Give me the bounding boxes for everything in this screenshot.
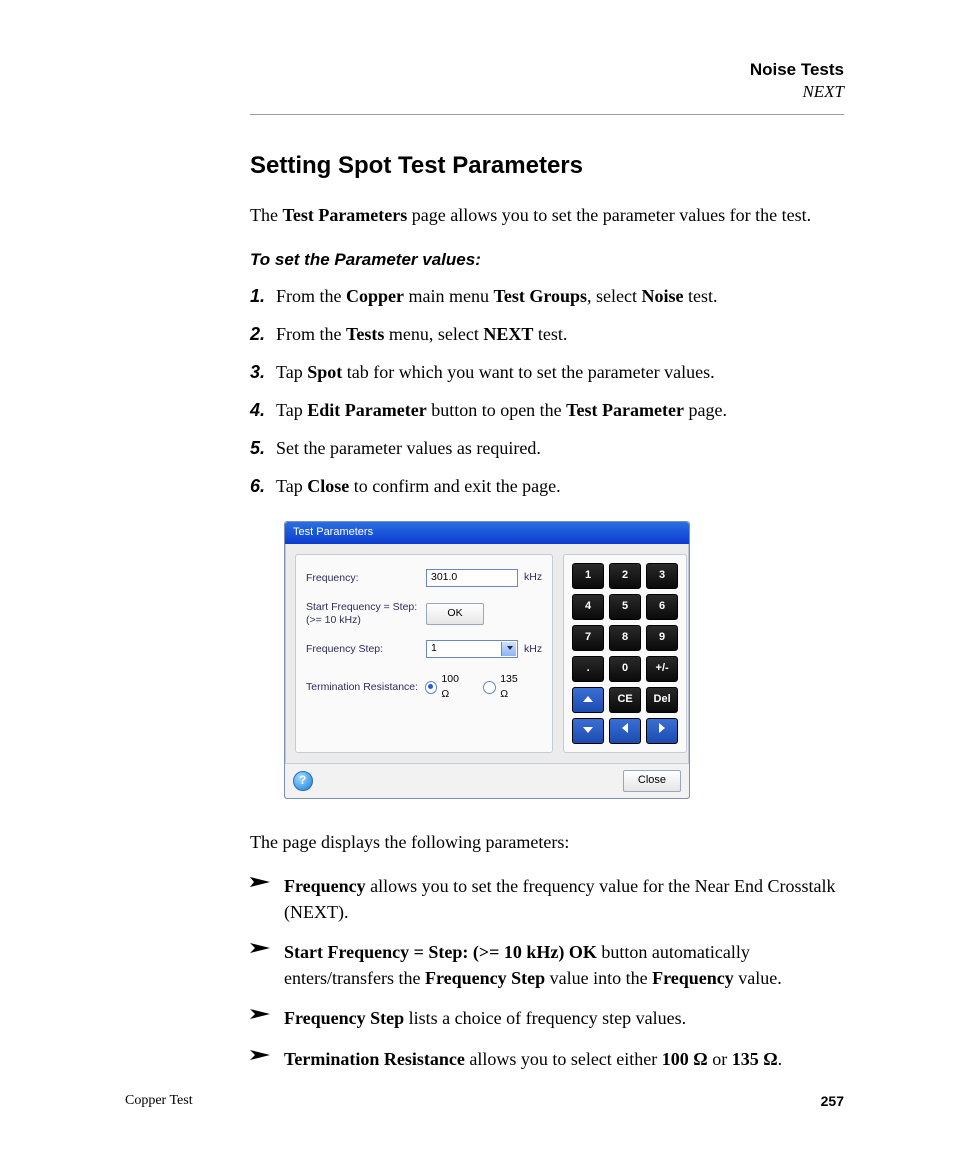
help-icon[interactable] (293, 771, 313, 791)
intro-text-2: page allows you to set the parameter val… (407, 205, 811, 225)
step-item: 6. Tap Close to confirm and exit the pag… (250, 473, 844, 499)
step-number: 2. (250, 321, 276, 347)
header-rule (250, 114, 844, 115)
bullet-item: Frequency Step lists a choice of frequen… (250, 1005, 844, 1031)
key-del[interactable]: Del (646, 687, 678, 713)
key-left[interactable] (609, 718, 641, 744)
section-heading: Setting Spot Test Parameters (250, 149, 844, 184)
key-7[interactable]: 7 (572, 625, 604, 651)
parameters-panel: Frequency: 301.0 kHz Start Frequency = S… (295, 554, 553, 753)
intro-paragraph: The Test Parameters page allows you to s… (250, 202, 844, 228)
key-2[interactable]: 2 (609, 563, 641, 589)
key-0[interactable]: 0 (609, 656, 641, 682)
step-number: 4. (250, 397, 276, 423)
step-body: Tap Edit Parameter button to open the Te… (276, 397, 844, 423)
key-8[interactable]: 8 (609, 625, 641, 651)
step-body: Tap Spot tab for which you want to set t… (276, 359, 844, 385)
key-5[interactable]: 5 (609, 594, 641, 620)
arrow-right-icon (659, 723, 665, 733)
step-body: From the Copper main menu Test Groups, s… (276, 283, 844, 309)
termination-radio-135[interactable]: 135 Ω (483, 672, 528, 702)
start-frequency-label: Start Frequency = Step: (>= 10 kHz) (306, 601, 426, 626)
key-6[interactable]: 6 (646, 594, 678, 620)
frequency-step-select[interactable]: 1 (426, 640, 518, 658)
step-item: 1. From the Copper main menu Test Groups… (250, 283, 844, 309)
termination-radio-100[interactable]: 100 Ω (425, 672, 470, 702)
chapter-title: Noise Tests (250, 60, 844, 80)
step-item: 2. From the Tests menu, select NEXT test… (250, 321, 844, 347)
step-item: 3. Tap Spot tab for which you want to se… (250, 359, 844, 385)
step-unit: kHz (524, 642, 542, 657)
step-number: 1. (250, 283, 276, 309)
step-number: 3. (250, 359, 276, 385)
intro-bold: Test Parameters (282, 205, 407, 225)
key-right[interactable] (646, 718, 678, 744)
parameters-intro: The page displays the following paramete… (250, 829, 844, 855)
step-item: 4. Tap Edit Parameter button to open the… (250, 397, 844, 423)
step-body: Set the parameter values as required. (276, 435, 844, 461)
footer-left: Copper Test (125, 1093, 193, 1109)
bullet-arrow-icon (250, 1046, 284, 1072)
key-4[interactable]: 4 (572, 594, 604, 620)
numeric-keypad: 1 2 3 4 5 6 7 8 9 . (563, 554, 687, 753)
page-number: 257 (821, 1093, 844, 1109)
frequency-input[interactable]: 301.0 (426, 569, 518, 587)
key-1[interactable]: 1 (572, 563, 604, 589)
steps-list: 1. From the Copper main menu Test Groups… (250, 283, 844, 500)
arrow-down-icon (583, 727, 593, 733)
bullet-item: Start Frequency = Step: (>= 10 kHz) OK b… (250, 939, 844, 991)
bullet-arrow-icon (250, 1005, 284, 1031)
intro-text: The (250, 205, 282, 225)
dialog-title-bar: Test Parameters (285, 522, 689, 544)
bullet-item: Termination Resistance allows you to sel… (250, 1046, 844, 1072)
bullet-arrow-icon (250, 873, 284, 925)
termination-label: Termination Resistance: (306, 681, 425, 694)
subsection-heading: To set the Parameter values: (250, 248, 844, 273)
chevron-down-icon (507, 646, 513, 650)
key-9[interactable]: 9 (646, 625, 678, 651)
ok-button[interactable]: OK (426, 603, 484, 625)
key-dot[interactable]: . (572, 656, 604, 682)
step-item: 5. Set the parameter values as required. (250, 435, 844, 461)
key-ce[interactable]: CE (609, 687, 641, 713)
key-up[interactable] (572, 687, 604, 713)
radio-icon (425, 681, 438, 694)
step-number: 6. (250, 473, 276, 499)
running-header: Noise Tests NEXT (250, 60, 844, 102)
step-body: From the Tests menu, select NEXT test. (276, 321, 844, 347)
step-body: Tap Close to confirm and exit the page. (276, 473, 844, 499)
frequency-label: Frequency: (306, 572, 426, 585)
frequency-step-label: Frequency Step: (306, 643, 426, 656)
key-down[interactable] (572, 718, 604, 744)
bullet-item: Frequency allows you to set the frequenc… (250, 873, 844, 925)
parameter-bullets: Frequency allows you to set the frequenc… (250, 873, 844, 1072)
step-number: 5. (250, 435, 276, 461)
arrow-left-icon (622, 723, 628, 733)
bullet-arrow-icon (250, 939, 284, 991)
frequency-unit: kHz (524, 570, 542, 585)
radio-icon (483, 681, 496, 694)
key-plusminus[interactable]: +/- (646, 656, 678, 682)
key-3[interactable]: 3 (646, 563, 678, 589)
test-parameters-dialog: Test Parameters Frequency: 301.0 kHz Sta… (284, 521, 690, 799)
chapter-subtitle: NEXT (250, 82, 844, 102)
close-button[interactable]: Close (623, 770, 681, 792)
arrow-up-icon (583, 696, 593, 702)
